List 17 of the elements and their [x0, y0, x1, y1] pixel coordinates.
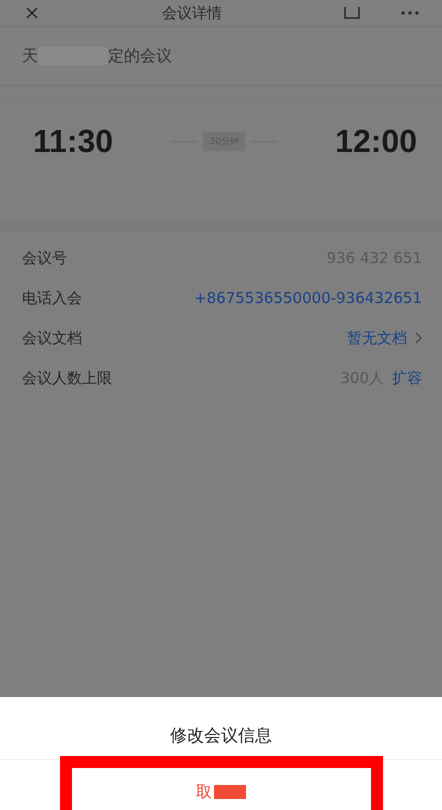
chevron-icon	[415, 332, 422, 344]
row-label: 会议号	[22, 248, 67, 268]
text-fragment: 天	[22, 46, 38, 66]
start-time: 11:30	[33, 123, 114, 160]
window-title: 会议详情	[162, 4, 222, 22]
documents-link[interactable]: 暂无文档	[347, 328, 407, 348]
close-icon[interactable]	[26, 8, 40, 18]
expand-link[interactable]: 扩容	[392, 368, 422, 388]
row-label: 会议人数上限	[22, 368, 112, 388]
phone-link[interactable]: +8675536550000-936432651	[194, 289, 422, 307]
cancel-option[interactable]: 取	[60, 756, 382, 810]
end-time: 12:00	[335, 123, 417, 160]
more-icon[interactable]	[400, 11, 420, 15]
row-label: 会议文档	[22, 328, 82, 348]
row-label: 电话入会	[22, 288, 82, 308]
redaction-block	[214, 785, 246, 799]
text-fragment: 定的会议	[108, 46, 172, 66]
